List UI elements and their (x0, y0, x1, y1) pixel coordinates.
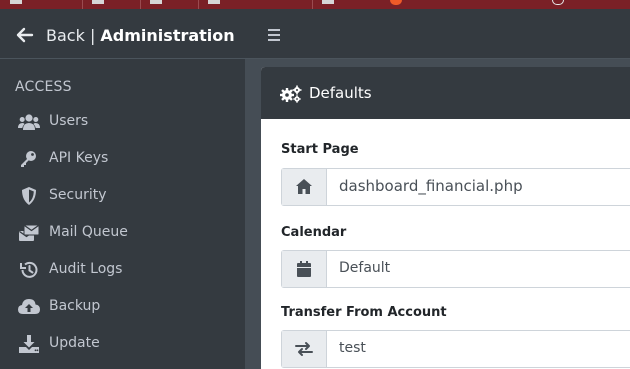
transfer-from-account-field[interactable]: test (281, 330, 630, 368)
tab-indicator (92, 0, 104, 4)
globe-icon (552, 0, 564, 5)
sidebar-item-security[interactable]: Security (0, 179, 245, 213)
tab-separator (82, 0, 83, 9)
cloud-upload-icon (18, 299, 40, 314)
exchange-icon (295, 342, 313, 356)
sidebar-item-label: API Keys (49, 150, 109, 166)
main-content: Defaults Start Page dashboard_financial.… (245, 9, 630, 369)
sidebar-item-mail-queue[interactable]: Mail Queue (0, 216, 245, 250)
transfer-from-account-value: test (339, 340, 366, 356)
sidebar-item-label: Backup (49, 298, 101, 314)
sidebar-item-label: Mail Queue (49, 224, 128, 240)
sidebar-item-users[interactable]: Users (0, 105, 245, 139)
card-header: Defaults (261, 67, 630, 119)
home-icon (296, 179, 312, 194)
mail-queue-icon (19, 224, 40, 241)
users-icon (18, 114, 40, 130)
browser-tab-strip (0, 0, 630, 9)
start-page-field[interactable]: dashboard_financial.php (281, 168, 630, 206)
tab-indicator (208, 0, 220, 4)
transfer-from-account-label: Transfer From Account (281, 305, 447, 320)
sidebar-item-label: Security (49, 187, 107, 203)
history-icon (20, 261, 38, 278)
cogs-icon (280, 85, 302, 103)
calendar-field[interactable]: Default (281, 250, 630, 288)
arrow-left-icon (16, 27, 34, 43)
tab-indicator (10, 0, 22, 4)
sidebar-item-audit-logs[interactable]: Audit Logs (0, 253, 245, 287)
tab-separator (312, 0, 313, 9)
menu-toggle-icon[interactable] (267, 28, 283, 42)
notification-dot (390, 0, 402, 5)
calendar-value: Default (339, 260, 391, 276)
input-addon (282, 169, 327, 205)
sidebar-item-api-keys[interactable]: API Keys (0, 142, 245, 176)
top-navbar (245, 9, 630, 59)
back-label: Back | Administration (46, 26, 235, 45)
tab-separator (198, 0, 199, 9)
tab-indicator (322, 0, 334, 4)
tab-indicator (150, 0, 162, 4)
start-page-value: dashboard_financial.php (339, 177, 523, 195)
back-link[interactable]: Back | Administration (0, 9, 245, 59)
admin-sidebar: Back | Administration ACCESS Users API K… (0, 9, 245, 369)
input-addon (282, 331, 327, 367)
section-header-access: ACCESS (15, 79, 72, 95)
admin-title: Administration (100, 26, 235, 45)
sidebar-item-label: Users (49, 113, 89, 129)
tab-separator (140, 0, 141, 9)
sidebar-item-update[interactable]: Update (0, 327, 245, 361)
download-icon (19, 335, 39, 353)
input-addon (282, 251, 327, 287)
sidebar-item-label: Audit Logs (49, 261, 123, 277)
start-page-label: Start Page (281, 142, 359, 157)
sidebar-item-label: Update (49, 335, 100, 351)
sidebar-item-backup[interactable]: Backup (0, 290, 245, 324)
defaults-card: Defaults Start Page dashboard_financial.… (261, 67, 630, 369)
card-title: Defaults (309, 84, 372, 102)
key-icon (21, 151, 36, 167)
shield-icon (22, 187, 36, 205)
calendar-icon (297, 261, 311, 277)
calendar-label: Calendar (281, 225, 347, 240)
